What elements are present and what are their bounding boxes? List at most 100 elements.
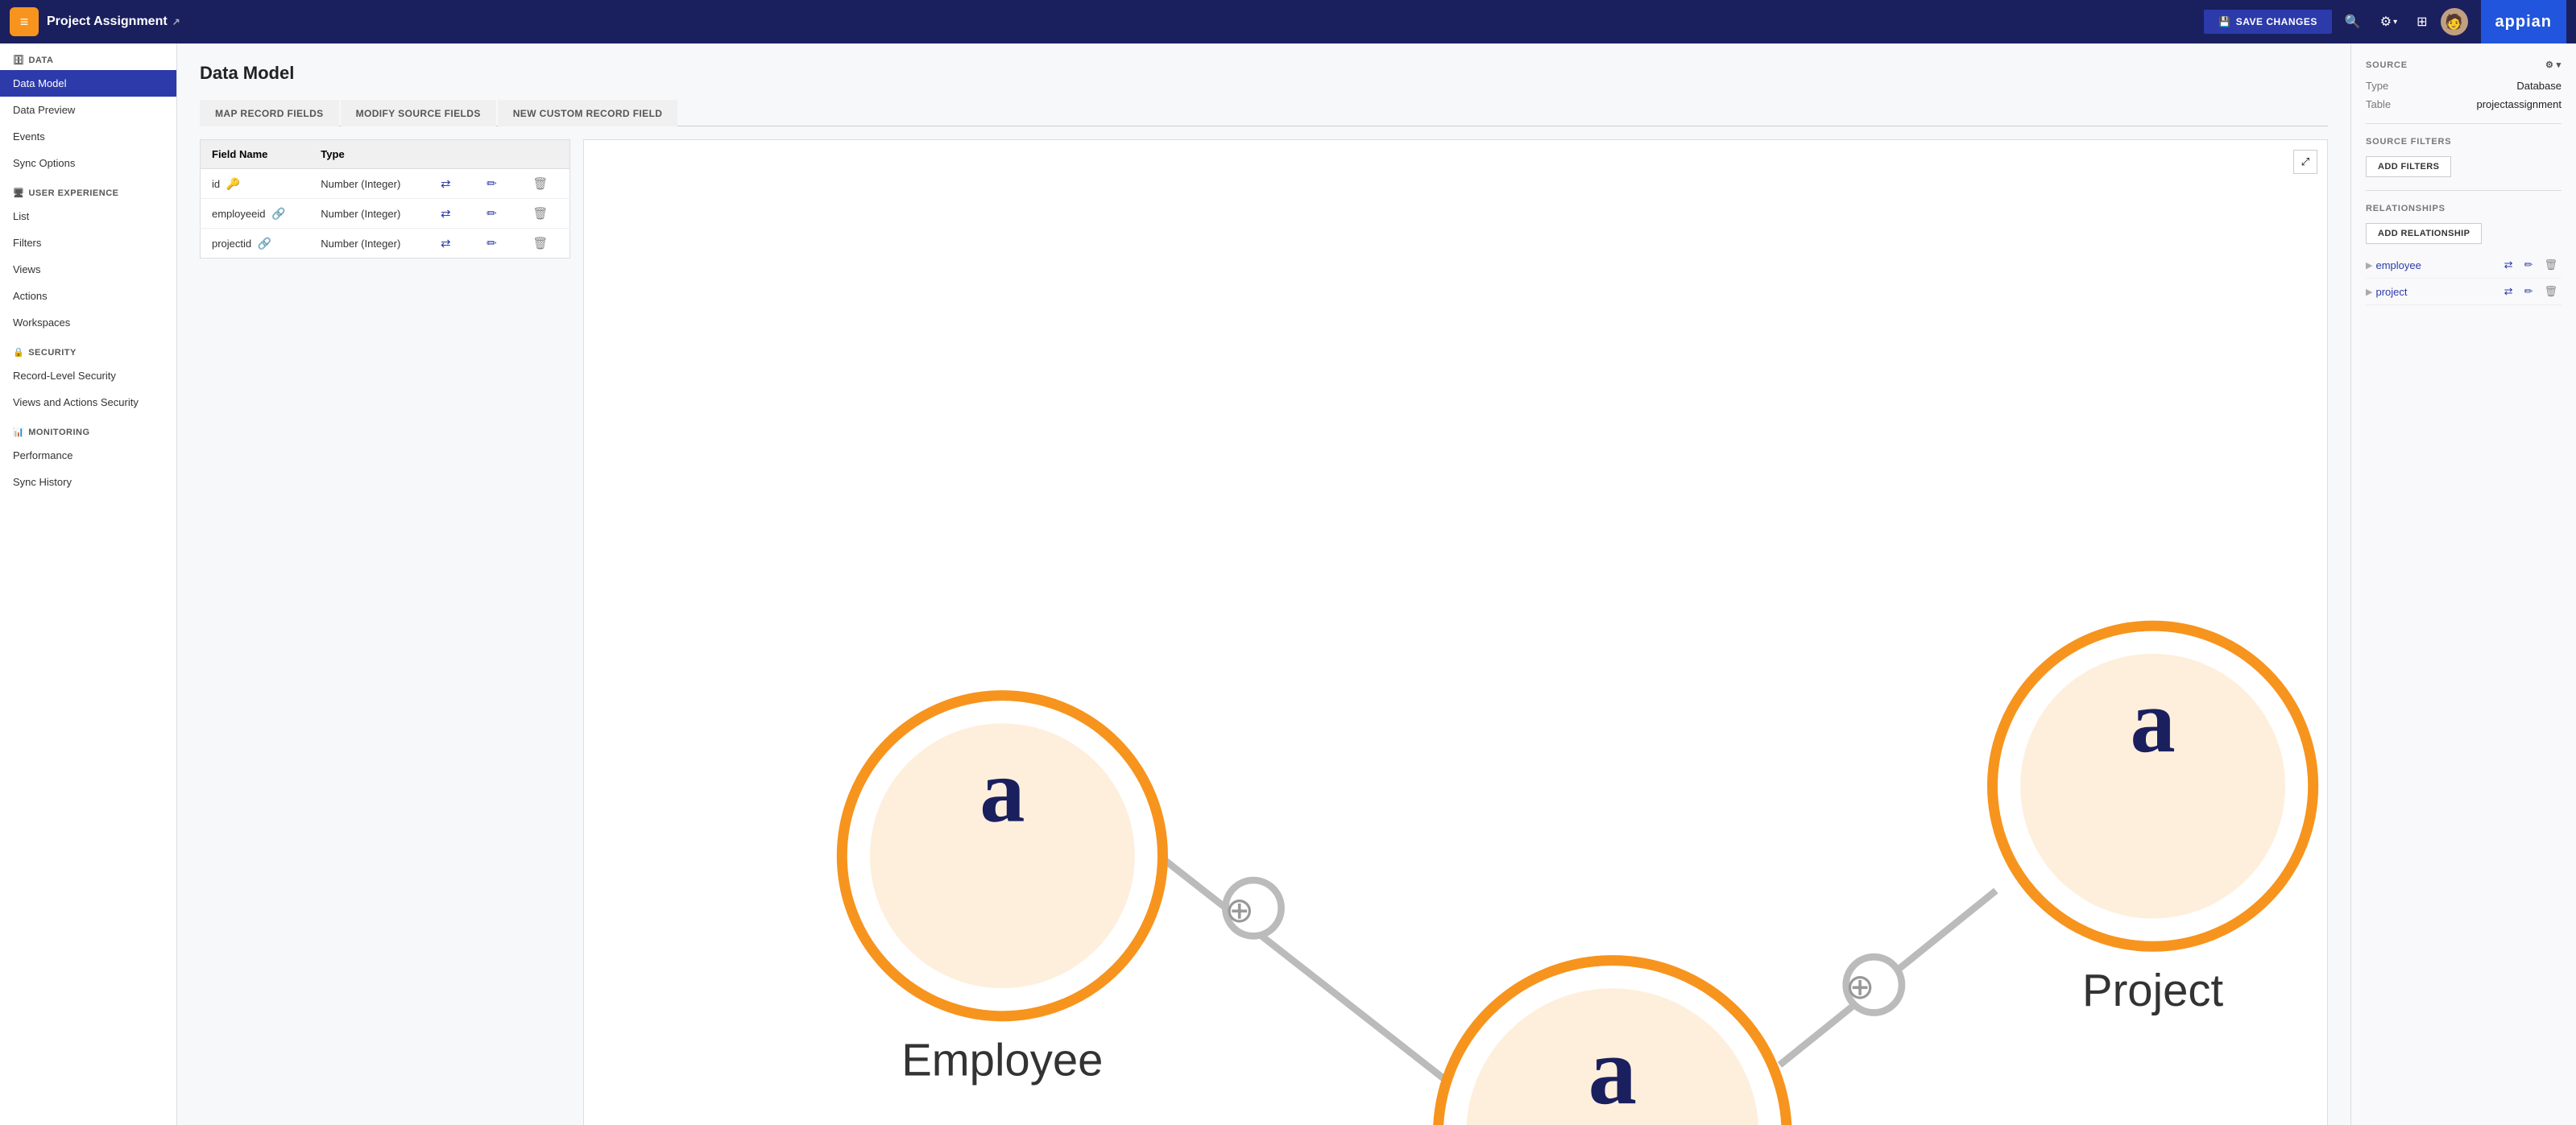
data-section-icon: 🗄 [13, 55, 24, 65]
rel-delete-icon-project[interactable]: 🗑 [2540, 283, 2562, 300]
content-area: Data Model MAP RECORD FIELDS MODIFY SOUR… [177, 43, 2350, 1125]
svg-text:Project: Project [2082, 965, 2223, 1015]
main-content-row: Field Name Type id 🔑 Number (Int [200, 139, 2328, 1125]
add-filters-button[interactable]: ADD FILTERS [2366, 156, 2451, 177]
fullscreen-button[interactable]: ⤢ [2293, 150, 2317, 174]
external-link-icon[interactable]: ↗ [172, 16, 180, 27]
diagram-svg: ⊕ ⊕ a Employee a Project Assignment [584, 140, 2327, 1125]
page-title: Data Model [200, 63, 2328, 84]
sidebar-item-views[interactable]: Views [0, 256, 176, 283]
security-section-icon: 🔒 [13, 347, 24, 358]
relationship-item-employee: ▶ employee ⇄ ✏ 🗑 [2366, 252, 2562, 279]
tab-modify-source-fields[interactable]: MODIFY SOURCE FIELDS [341, 100, 496, 126]
gear-icon: ⚙ [2380, 14, 2392, 30]
sync-icon-employeeid[interactable]: ⇄ [437, 205, 455, 222]
sidebar-item-events[interactable]: Events [0, 123, 176, 150]
sidebar-item-workspaces[interactable]: Workspaces [0, 309, 176, 336]
delete-icon-id[interactable]: 🗑 [528, 176, 552, 192]
sidebar-item-filters[interactable]: Filters [0, 230, 176, 256]
save-label: SAVE CHANGES [2236, 16, 2317, 27]
svg-text:⊕: ⊕ [1845, 968, 1874, 1007]
save-icon: 💾 [2218, 16, 2230, 27]
save-changes-button[interactable]: 💾 SAVE CHANGES [2204, 10, 2332, 34]
rel-delete-icon-employee[interactable]: 🗑 [2540, 257, 2562, 273]
relationships-title: RELATIONSHIPS [2366, 204, 2562, 213]
field-type-employeeid: Number (Integer) [309, 199, 425, 229]
delete-icon-employeeid[interactable]: 🗑 [528, 205, 552, 222]
tabs: MAP RECORD FIELDS MODIFY SOURCE FIELDS N… [200, 100, 2328, 126]
app-logo-icon: ≡ [10, 7, 39, 36]
sidebar: 🗄 DATA Data Model Data Preview Events Sy… [0, 43, 177, 1125]
rel-edit-icon-project[interactable]: ✏ [2520, 283, 2537, 300]
sync-icon-id[interactable]: ⇄ [437, 176, 455, 192]
table-row: projectid 🔗 Number (Integer) ⇄ ✏ 🗑 [201, 229, 570, 259]
col-header-action2 [471, 140, 517, 169]
sidebar-item-sync-options[interactable]: Sync Options [0, 150, 176, 176]
type-value: Database [2516, 80, 2562, 92]
field-name-employeeid: employeeid 🔗 [201, 199, 310, 229]
table-label: Table [2366, 98, 2391, 110]
appian-brand: appian [2481, 0, 2566, 43]
app-title: Project Assignment [47, 14, 168, 29]
diagram-area: ⊕ ⊕ a Employee a Project Assignment [583, 139, 2328, 1125]
type-row: Type Database [2366, 80, 2562, 92]
sidebar-section-monitoring: 📊 MONITORING [0, 416, 176, 442]
link-icon-employeeid: 🔗 [271, 207, 285, 220]
col-header-action1 [425, 140, 471, 169]
edit-icon-id[interactable]: ✏ [482, 176, 501, 192]
sidebar-item-data-model[interactable]: Data Model [0, 70, 176, 97]
edit-icon-employeeid[interactable]: ✏ [482, 205, 501, 222]
right-panel: SOURCE ⚙ ▾ Type Database Table projectas… [2350, 43, 2576, 1125]
grid-menu-button[interactable]: ⊞ [2410, 9, 2433, 35]
rel-sync-icon-project[interactable]: ⇄ [2500, 283, 2517, 300]
app-title-area: Project Assignment ↗ [47, 14, 180, 29]
source-section-title: SOURCE ⚙ ▾ [2366, 60, 2562, 70]
sidebar-section-ux: 🖥 USER EXPERIENCE [0, 176, 176, 203]
table-container: Field Name Type id 🔑 Number (Int [200, 139, 570, 1125]
gear-menu-button[interactable]: ⚙ ▾ [2374, 9, 2404, 35]
search-button[interactable]: 🔍 [2338, 9, 2367, 35]
ux-section-icon: 🖥 [13, 188, 24, 198]
edit-icon-projectid[interactable]: ✏ [482, 235, 501, 252]
sidebar-item-performance[interactable]: Performance [0, 442, 176, 469]
panel-divider-1 [2366, 123, 2562, 124]
sync-icon-projectid[interactable]: ⇄ [437, 235, 455, 252]
source-filters-title: SOURCE FILTERS [2366, 137, 2562, 147]
sidebar-item-list[interactable]: List [0, 203, 176, 230]
table-row: employeeid 🔗 Number (Integer) ⇄ ✏ 🗑 [201, 199, 570, 229]
monitoring-section-icon: 📊 [13, 427, 24, 437]
link-icon-projectid: 🔗 [258, 237, 271, 250]
sidebar-item-record-level-security[interactable]: Record-Level Security [0, 362, 176, 389]
tab-new-custom-record-field[interactable]: NEW CUSTOM RECORD FIELD [498, 100, 678, 126]
sidebar-item-actions[interactable]: Actions [0, 283, 176, 309]
relationship-link-project[interactable]: ▶ project [2366, 286, 2408, 298]
rel-sync-icon-employee[interactable]: ⇄ [2500, 257, 2517, 273]
sidebar-section-security: 🔒 SECURITY [0, 336, 176, 362]
rel-edit-icon-employee[interactable]: ✏ [2520, 257, 2537, 273]
relationship-item-project: ▶ project ⇄ ✏ 🗑 [2366, 279, 2562, 305]
col-header-field-name: Field Name [201, 140, 310, 169]
sidebar-item-views-actions-security[interactable]: Views and Actions Security [0, 389, 176, 416]
panel-divider-2 [2366, 190, 2562, 191]
relationship-actions-employee: ⇄ ✏ 🗑 [2500, 257, 2562, 273]
sidebar-section-data: 🗄 DATA [0, 43, 176, 70]
source-chevron-icon[interactable]: ▾ [2557, 60, 2562, 70]
svg-text:a: a [979, 741, 1025, 841]
svg-text:⊕: ⊕ [1225, 891, 1254, 930]
relationship-arrow-project: ▶ [2366, 287, 2372, 297]
tab-map-record-fields[interactable]: MAP RECORD FIELDS [200, 100, 339, 126]
topnav-actions: 💾 SAVE CHANGES 🔍 ⚙ ▾ ⊞ 🧑 appian [2204, 0, 2566, 43]
add-relationship-button[interactable]: ADD RELATIONSHIP [2366, 223, 2482, 244]
source-gear-icon[interactable]: ⚙ [2545, 60, 2554, 70]
sidebar-item-data-preview[interactable]: Data Preview [0, 97, 176, 123]
sidebar-item-sync-history[interactable]: Sync History [0, 469, 176, 495]
grid-icon: ⊞ [2417, 14, 2427, 30]
table-row: id 🔑 Number (Integer) ⇄ ✏ 🗑 [201, 169, 570, 199]
col-header-type: Type [309, 140, 425, 169]
relationship-link-employee[interactable]: ▶ employee [2366, 259, 2421, 271]
delete-icon-projectid[interactable]: 🗑 [528, 235, 552, 252]
key-icon: 🔑 [226, 177, 240, 190]
type-label: Type [2366, 80, 2388, 92]
avatar[interactable]: 🧑 [2441, 8, 2468, 35]
search-icon: 🔍 [2345, 14, 2361, 30]
